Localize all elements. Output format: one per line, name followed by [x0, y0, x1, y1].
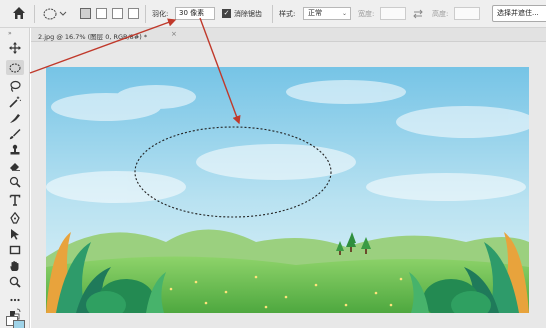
rectangle-tool-icon[interactable] — [6, 242, 24, 257]
feather-input[interactable]: 30 像素 — [175, 7, 215, 20]
options-bar: 羽化: 30 像素 ✓ 消除锯齿 样式: 正常 ⌄ 宽度: 高度: 选择并遮住.… — [0, 0, 546, 28]
intersect-selection-button[interactable] — [128, 8, 139, 19]
chevron-down-icon: ⌄ — [341, 10, 347, 17]
width-label: 宽度: — [358, 10, 375, 18]
move-tool-icon[interactable] — [6, 40, 24, 55]
document-tab-title: 2.jpg @ 16.7% (图层 0, RGB/8#) * — [38, 33, 148, 41]
new-selection-button[interactable] — [80, 8, 91, 19]
style-select[interactable]: 正常 ⌄ — [303, 7, 351, 20]
width-input[interactable] — [380, 7, 406, 20]
height-input[interactable] — [454, 7, 480, 20]
tools-panel: » — [0, 28, 30, 328]
style-label: 样式: — [279, 10, 296, 18]
panel-grip-icon[interactable]: » — [8, 30, 13, 37]
separator — [145, 5, 146, 23]
lasso-tool-icon[interactable] — [6, 78, 24, 93]
document-canvas[interactable] — [46, 67, 529, 313]
healing-brush-tool-icon[interactable] — [6, 110, 24, 125]
more-tools-icon[interactable] — [6, 292, 24, 307]
home-icon[interactable] — [12, 6, 26, 20]
burn-tool-icon[interactable] — [6, 174, 24, 189]
add-to-selection-button[interactable] — [96, 8, 107, 19]
eraser-tool-icon[interactable] — [6, 158, 24, 173]
height-label: 高度: — [432, 10, 449, 18]
magic-wand-tool-icon[interactable] — [6, 94, 24, 109]
feather-label: 羽化: — [152, 10, 169, 18]
pen-tool-icon[interactable] — [6, 210, 24, 225]
type-tool-icon[interactable] — [6, 192, 24, 207]
elliptical-marquee-tool-icon[interactable] — [6, 60, 24, 75]
path-selection-tool-icon[interactable] — [6, 226, 24, 241]
close-icon[interactable]: × — [171, 30, 177, 38]
document-tab[interactable]: 2.jpg @ 16.7% (图层 0, RGB/8#) * × — [31, 28, 546, 42]
swap-icon[interactable] — [412, 8, 424, 20]
subtract-from-selection-button[interactable] — [112, 8, 123, 19]
style-select-value: 正常 — [308, 9, 322, 17]
brush-tool-icon[interactable] — [6, 126, 24, 141]
separator — [272, 5, 273, 23]
hand-tool-icon[interactable] — [6, 258, 24, 273]
background-color-swatch[interactable] — [13, 320, 25, 328]
antialias-checkbox[interactable]: ✓ — [222, 9, 231, 18]
zoom-tool-icon[interactable] — [6, 274, 24, 289]
separator — [34, 5, 35, 23]
clone-stamp-tool-icon[interactable] — [6, 142, 24, 157]
select-and-mask-button[interactable]: 选择并遮住... — [492, 5, 546, 22]
antialias-label: 消除锯齿 — [234, 10, 262, 18]
elliptical-marquee-preset-icon[interactable] — [43, 7, 67, 21]
